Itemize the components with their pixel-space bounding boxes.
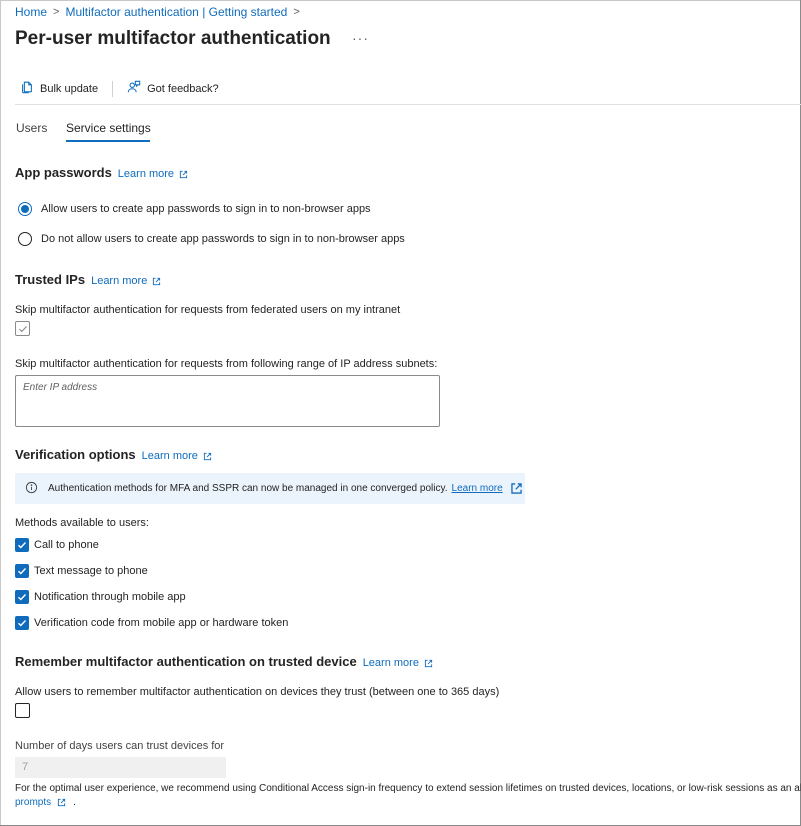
learn-more-label: Learn more <box>141 450 198 462</box>
remember-allow-checkbox[interactable] <box>15 703 30 721</box>
prompts-link[interactable]: prompts <box>15 797 51 808</box>
remember-allow-label: Allow users to remember multifactor auth… <box>15 686 500 698</box>
method-verification-code[interactable]: Verification code from mobile app or har… <box>15 616 288 630</box>
learn-more-label: Learn more <box>362 657 419 669</box>
verification-options-heading: Verification options Learn more <box>15 447 212 462</box>
verification-options-title: Verification options <box>15 447 136 462</box>
external-link-icon <box>203 452 211 460</box>
checkbox-box[interactable] <box>15 590 29 604</box>
external-link-icon <box>179 170 188 178</box>
page-title: Per-user multifactor authentication <box>15 28 331 49</box>
learn-more-label: Learn more <box>91 275 148 287</box>
remember-learn-more-link[interactable]: Learn more <box>363 657 433 669</box>
trusted-ips-title: Trusted IPs <box>15 272 86 287</box>
breadcrumb-home[interactable]: Home <box>15 5 47 19</box>
app-passwords-heading: App passwords Learn more <box>15 165 188 180</box>
info-icon <box>25 481 38 497</box>
learn-more-label: Learn more <box>451 483 503 494</box>
breadcrumb-parent[interactable]: Multifactor authentication | Getting sta… <box>65 5 287 19</box>
document-copy-icon <box>20 80 34 97</box>
checkbox-box[interactable] <box>15 564 29 578</box>
bulk-update-button[interactable]: Bulk update <box>20 80 98 97</box>
checkbox-box[interactable] <box>15 321 30 336</box>
feedback-person-icon <box>127 80 141 97</box>
checkbox-box[interactable] <box>15 616 29 630</box>
checkmark-icon <box>18 542 27 549</box>
disallow-app-passwords-label: Do not allow users to create app passwor… <box>41 233 405 245</box>
disallow-app-passwords-option[interactable]: Do not allow users to create app passwor… <box>18 232 405 246</box>
method-text-message[interactable]: Text message to phone <box>15 564 148 578</box>
ip-address-input[interactable]: Enter IP address <box>15 375 440 427</box>
checkbox-box[interactable] <box>15 538 29 552</box>
app-passwords-title: App passwords <box>15 165 112 180</box>
skip-federated-label: Skip multifactor authentication for requ… <box>15 304 401 316</box>
method-label: Notification through mobile app <box>34 591 186 603</box>
remember-mfa-heading: Remember multifactor authentication on t… <box>15 654 433 669</box>
toolbar-divider-line <box>15 104 801 105</box>
toolbar-divider <box>112 80 114 97</box>
checkmark-icon <box>18 620 27 627</box>
checkmark-icon <box>18 568 27 575</box>
method-label: Call to phone <box>34 539 99 551</box>
breadcrumb-separator: > <box>293 6 300 18</box>
tab-service-settings[interactable]: Service settings <box>66 121 151 135</box>
recommendation-period: . <box>73 797 76 808</box>
trusted-ips-learn-more-link[interactable]: Learn more <box>91 275 161 287</box>
learn-more-label: Learn more <box>117 168 175 180</box>
checkmark-icon <box>18 594 27 601</box>
allow-app-passwords-option[interactable]: Allow users to create app passwords to s… <box>18 202 371 216</box>
feedback-label: Got feedback? <box>147 82 219 95</box>
method-label: Text message to phone <box>34 565 148 577</box>
external-link-icon <box>510 483 522 494</box>
remember-mfa-title: Remember multifactor authentication on t… <box>15 654 357 669</box>
selected-tab-indicator <box>66 140 150 142</box>
method-label: Verification code from mobile app or har… <box>34 617 289 629</box>
app-passwords-learn-more-link[interactable]: Learn more <box>118 168 188 180</box>
recommendation-text: For the optimal user experience, we reco… <box>15 783 801 794</box>
info-banner-text: Authentication methods for MFA and SSPR … <box>48 483 448 494</box>
command-bar: Bulk update Got feedback? <box>20 80 219 97</box>
skip-federated-checkbox[interactable] <box>15 321 30 337</box>
days-input[interactable]: 7 <box>15 757 226 778</box>
recommendation-link-row: prompts . <box>15 797 76 808</box>
bulk-update-label: Bulk update <box>40 82 99 95</box>
external-link-icon <box>424 659 433 667</box>
more-options-button[interactable]: ··· <box>352 30 369 46</box>
ip-subnets-label: Skip multifactor authentication for requ… <box>15 358 438 370</box>
breadcrumb: Home > Multifactor authentication | Gett… <box>15 5 300 19</box>
feedback-button[interactable]: Got feedback? <box>127 80 219 97</box>
info-learn-more-link[interactable]: Learn more <box>452 483 503 494</box>
info-banner: Authentication methods for MFA and SSPR … <box>15 473 525 504</box>
disallow-app-passwords-radio[interactable] <box>18 232 32 246</box>
verification-learn-more-link[interactable]: Learn more <box>142 450 212 462</box>
checkbox-box[interactable] <box>15 703 30 718</box>
external-link-icon <box>153 277 161 285</box>
methods-label: Methods available to users: <box>15 517 149 529</box>
allow-app-passwords-label: Allow users to create app passwords to s… <box>41 203 371 215</box>
breadcrumb-separator: > <box>53 6 60 18</box>
checkmark-icon <box>18 325 27 332</box>
method-call-to-phone[interactable]: Call to phone <box>15 538 99 552</box>
tab-users[interactable]: Users <box>16 121 47 135</box>
method-mobile-notification[interactable]: Notification through mobile app <box>15 590 186 604</box>
trusted-ips-heading: Trusted IPs Learn more <box>15 272 161 287</box>
allow-app-passwords-radio[interactable] <box>18 202 32 216</box>
days-label: Number of days users can trust devices f… <box>15 740 225 752</box>
external-link-icon <box>58 798 66 807</box>
